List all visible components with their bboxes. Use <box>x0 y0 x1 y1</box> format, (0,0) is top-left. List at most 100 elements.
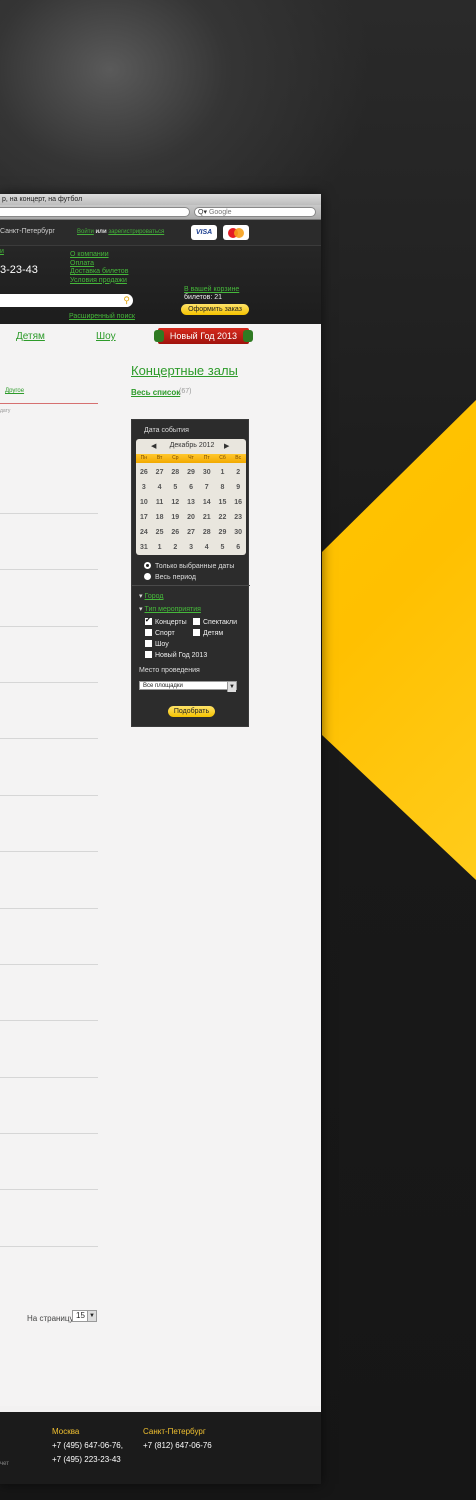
venue-select[interactable]: Все площадки ▼ <box>139 681 237 692</box>
address-bar[interactable] <box>0 207 190 217</box>
calendar-day[interactable]: 28 <box>167 465 183 480</box>
calendar-day[interactable]: 10 <box>136 495 152 510</box>
list-divider <box>0 1246 98 1247</box>
next-month-icon[interactable]: ▶ <box>224 442 229 450</box>
calendar-day[interactable]: 5 <box>167 480 183 495</box>
browser-search-field[interactable]: Q▾ Google <box>194 207 316 217</box>
prev-month-icon[interactable]: ◀ <box>151 442 156 450</box>
calendar-day[interactable]: 12 <box>167 495 183 510</box>
radio-on-icon <box>144 562 151 569</box>
calendar-day[interactable]: 22 <box>215 510 231 525</box>
type-filter-toggle[interactable]: ▾ Тип мероприятия <box>139 605 201 613</box>
radio-selected-dates[interactable]: Только выбранные даты <box>144 562 234 570</box>
calendar-day[interactable]: 6 <box>183 480 199 495</box>
checkbox-kids[interactable]: Детям <box>193 629 223 637</box>
calendar-day[interactable]: 29 <box>183 465 199 480</box>
calendar-day[interactable]: 17 <box>136 510 152 525</box>
calendar-day[interactable]: 29 <box>215 525 231 540</box>
calendar-day[interactable]: 18 <box>152 510 168 525</box>
calendar-day[interactable]: 19 <box>167 510 183 525</box>
calendar-day[interactable]: 5 <box>215 540 231 555</box>
calendar-day[interactable]: 24 <box>136 525 152 540</box>
list-divider <box>0 795 98 796</box>
calendar-day[interactable]: 6 <box>230 540 246 555</box>
calendar-day[interactable]: 1 <box>215 465 231 480</box>
site-footer: чет Москва +7 (495) 647-06-76, +7 (495) … <box>0 1412 321 1484</box>
checkbox-sport[interactable]: Спорт <box>145 629 175 637</box>
nav-kids[interactable]: Детям <box>16 331 45 342</box>
city-selector[interactable]: Санкт-Петербург <box>0 228 55 235</box>
calendar-day[interactable]: 2 <box>230 465 246 480</box>
pick-button[interactable]: Подобрать <box>168 706 215 717</box>
calendar-day[interactable]: 3 <box>183 540 199 555</box>
or-text: или <box>95 229 107 235</box>
calendar-day[interactable]: 1 <box>152 540 168 555</box>
register-link[interactable]: зарегистрироваться <box>108 229 164 235</box>
calendar-day[interactable]: 3 <box>136 480 152 495</box>
triangle-down-icon: ▾ <box>139 606 143 613</box>
city-filter-toggle[interactable]: ▾ Город <box>139 592 163 600</box>
calendar-day[interactable]: 25 <box>152 525 168 540</box>
header-top-link[interactable]: и <box>0 248 4 255</box>
all-list-link[interactable]: Весь список <box>131 388 180 397</box>
calendar-day[interactable]: 30 <box>230 525 246 540</box>
calendar-day[interactable]: 28 <box>199 525 215 540</box>
calendar-day[interactable]: 14 <box>199 495 215 510</box>
calendar-day[interactable]: 8 <box>215 480 231 495</box>
tab-other[interactable]: Другое <box>5 388 24 394</box>
checkbox-show[interactable]: Шоу <box>145 640 169 648</box>
triangle-down-icon: ▾ <box>139 593 143 600</box>
calendar-day[interactable]: 20 <box>183 510 199 525</box>
footer-phone: +7 (495) 223-23-43 <box>52 1455 121 1464</box>
checkout-button[interactable]: Оформить заказ <box>181 304 249 315</box>
new-year-banner[interactable]: Новый Год 2013 <box>154 328 253 344</box>
calendar-day[interactable]: 27 <box>183 525 199 540</box>
per-page-select[interactable]: 15 ▼ <box>72 1310 97 1322</box>
calendar-day[interactable]: 26 <box>167 525 183 540</box>
calendar-day[interactable]: 26 <box>136 465 152 480</box>
site-search-input[interactable]: ⚲ <box>0 294 133 307</box>
list-divider <box>0 738 98 739</box>
sort-label[interactable]: дату <box>0 408 10 414</box>
weekday-label: Чт <box>188 455 194 461</box>
visa-logo: VISA <box>191 225 217 240</box>
weekday-label: Вт <box>156 455 163 461</box>
calendar-day[interactable]: 31 <box>136 540 152 555</box>
advanced-search-link[interactable]: Расширенный поиск <box>69 313 135 320</box>
calendar-day[interactable]: 4 <box>152 480 168 495</box>
calendar-day[interactable]: 16 <box>230 495 246 510</box>
calendar-day[interactable]: 11 <box>152 495 168 510</box>
list-divider <box>0 1133 98 1134</box>
calendar-day[interactable]: 13 <box>183 495 199 510</box>
chevron-down-icon: ▼ <box>87 1311 96 1321</box>
main-content: Детям Шоу Новый Год 2013 Концертные залы… <box>0 324 321 1406</box>
browser-title: р, на концерт, на футбол <box>0 194 321 205</box>
radio-off-icon <box>144 573 151 580</box>
link-terms[interactable]: Условия продажи <box>70 277 128 286</box>
calendar-day[interactable]: 23 <box>230 510 246 525</box>
mastercard-logo <box>223 225 249 240</box>
link-payment[interactable]: Оплата <box>70 260 128 269</box>
radio-all-period[interactable]: Весь период <box>144 573 196 581</box>
calendar-month: Декабрь 2012 <box>169 442 215 449</box>
login-link[interactable]: Войти <box>77 229 94 235</box>
calendar-day[interactable]: 9 <box>230 480 246 495</box>
calendar-week: 31 1 2 3 4 5 6 <box>136 540 246 555</box>
link-about[interactable]: О компании <box>70 251 128 260</box>
checkbox-theatre[interactable]: Спектакли <box>193 618 237 626</box>
calendar-day[interactable]: 7 <box>199 480 215 495</box>
search-icon[interactable]: ⚲ <box>123 295 130 306</box>
calendar-day[interactable]: 4 <box>199 540 215 555</box>
calendar-day[interactable]: 30 <box>199 465 215 480</box>
cart-link[interactable]: В вашей корзине <box>184 286 239 293</box>
checkbox-concerts[interactable]: Концерты <box>145 616 187 626</box>
calendar-day[interactable]: 21 <box>199 510 215 525</box>
nav-show[interactable]: Шоу <box>96 331 116 342</box>
calendar-day[interactable]: 15 <box>215 495 231 510</box>
calendar-day[interactable]: 27 <box>152 465 168 480</box>
calendar-day[interactable]: 2 <box>167 540 183 555</box>
list-divider <box>0 1020 98 1021</box>
link-delivery[interactable]: Доставка билетов <box>70 268 128 277</box>
page-title[interactable]: Концертные залы <box>131 363 238 378</box>
checkbox-new-year[interactable]: Новый Год 2013 <box>145 651 207 659</box>
